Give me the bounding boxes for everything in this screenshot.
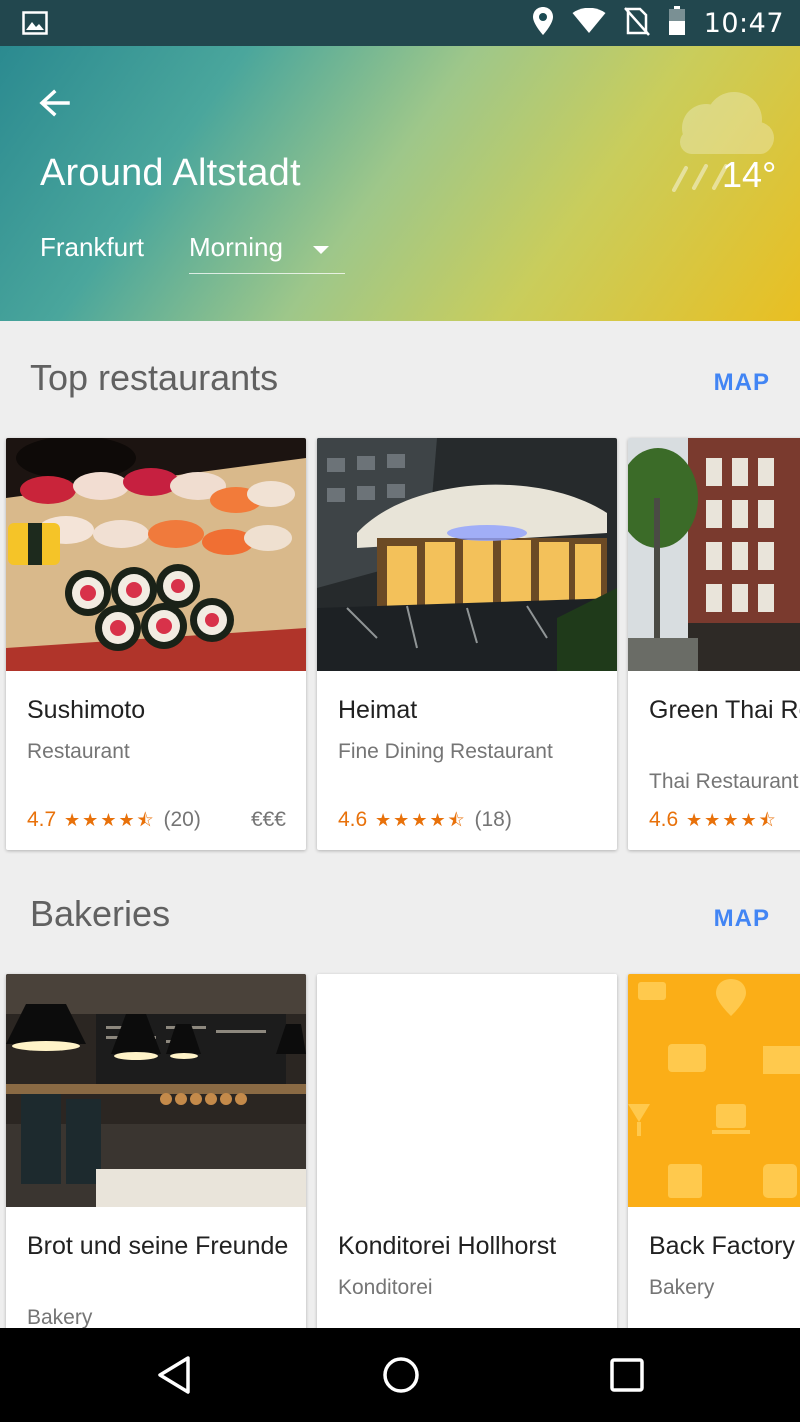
no-sim-icon	[623, 6, 650, 41]
restaurant-type: Fine Dining Restaurant	[338, 740, 553, 763]
page-title: Around Altstadt	[40, 152, 301, 194]
bakery-photo	[6, 974, 306, 1207]
restaurant-photo	[317, 438, 617, 671]
bakeries-map-button[interactable]: MAP	[714, 905, 770, 933]
bakery-card-back-factory[interactable]: Back Factory Bakery	[628, 974, 800, 1328]
nav-recents-icon	[610, 1358, 644, 1392]
status-bar: 10:47	[0, 0, 800, 46]
nav-home-icon	[383, 1357, 419, 1393]
temperature: 14°	[722, 154, 777, 195]
header: Around Altstadt Frankfurt Morning 14°	[0, 46, 800, 321]
restaurant-name: Sushimoto	[27, 696, 146, 724]
rating-value: 4.6	[338, 808, 368, 831]
city-label[interactable]: Frankfurt	[40, 232, 144, 263]
recents-nav-button[interactable]	[606, 1354, 648, 1401]
price-level: €€€	[250, 808, 286, 831]
bakery-photo-placeholder	[317, 974, 617, 1207]
restaurant-card-green-thai[interactable]: Green Thai Restaurant Thai Restaurant 4.…	[628, 438, 800, 850]
back-button[interactable]	[36, 86, 72, 122]
navigation-bar	[0, 1328, 800, 1422]
restaurants-map-button[interactable]: MAP	[714, 369, 770, 397]
bakery-name: Konditorei Hollhorst	[338, 1232, 557, 1260]
review-count: (20)	[163, 808, 201, 831]
bakery-type: Bakery	[649, 1276, 715, 1299]
star-rating-icon: ★★★★⯪	[375, 810, 467, 830]
restaurant-name: Heimat	[338, 696, 418, 724]
star-rating-icon: ★★★★⯪	[686, 810, 778, 830]
time-of-day-dropdown[interactable]: Morning	[189, 226, 345, 274]
restaurant-type: Thai Restaurant	[649, 770, 799, 793]
back-nav-button[interactable]	[154, 1354, 196, 1401]
location-icon	[532, 6, 554, 41]
restaurant-card-heimat[interactable]: Heimat Fine Dining Restaurant 4.6 ★★★★⯪ …	[317, 438, 617, 850]
arrow-back-icon	[39, 89, 70, 117]
clock: 10:47	[703, 7, 784, 39]
time-of-day-value: Morning	[189, 232, 283, 262]
bakery-name: Back Factory	[649, 1232, 795, 1260]
bakery-name: Brot und seine Freunde	[27, 1232, 289, 1260]
restaurant-photo	[628, 438, 800, 671]
bakery-card-konditorei-hollhorst[interactable]: Konditorei Hollhorst Konditorei	[317, 974, 617, 1328]
bakery-type: Konditorei	[338, 1276, 433, 1299]
star-rating-icon: ★★★★⯪	[64, 810, 156, 830]
dropdown-caret-icon	[313, 246, 329, 254]
restaurant-photo	[6, 438, 306, 671]
home-nav-button[interactable]	[380, 1354, 422, 1401]
bakery-card-brot-und-seine-freunde[interactable]: Brot und seine Freunde Bakery	[6, 974, 306, 1328]
review-count: (18)	[474, 808, 512, 831]
bakery-photo-placeholder	[628, 974, 800, 1207]
section-title-restaurants: Top restaurants	[30, 357, 279, 398]
rating: 4.7 ★★★★⯪ (20)	[27, 808, 201, 838]
bakeries-carousel[interactable]: Brot und seine Freunde Bakery Konditorei…	[0, 968, 800, 1328]
nav-back-icon	[158, 1356, 190, 1394]
bakery-type: Bakery	[27, 1306, 93, 1328]
section-title-bakeries: Bakeries	[30, 893, 171, 934]
rating-value: 4.7	[27, 808, 57, 831]
wifi-icon	[572, 7, 606, 39]
restaurant-name: Green Thai Restaurant	[649, 696, 800, 724]
rating: 4.6 ★★★★⯪ (18)	[338, 808, 512, 838]
image-icon	[22, 11, 48, 40]
battery-icon	[668, 5, 686, 41]
restaurant-card-sushimoto[interactable]: Sushimoto Restaurant 4.7 ★★★★⯪ (20) €€€	[6, 438, 306, 850]
rating: 4.6 ★★★★⯪	[649, 808, 780, 838]
restaurants-carousel[interactable]: Sushimoto Restaurant 4.7 ★★★★⯪ (20) €€€	[0, 432, 800, 862]
rating-value: 4.6	[649, 808, 679, 831]
restaurant-type: Restaurant	[27, 740, 130, 763]
